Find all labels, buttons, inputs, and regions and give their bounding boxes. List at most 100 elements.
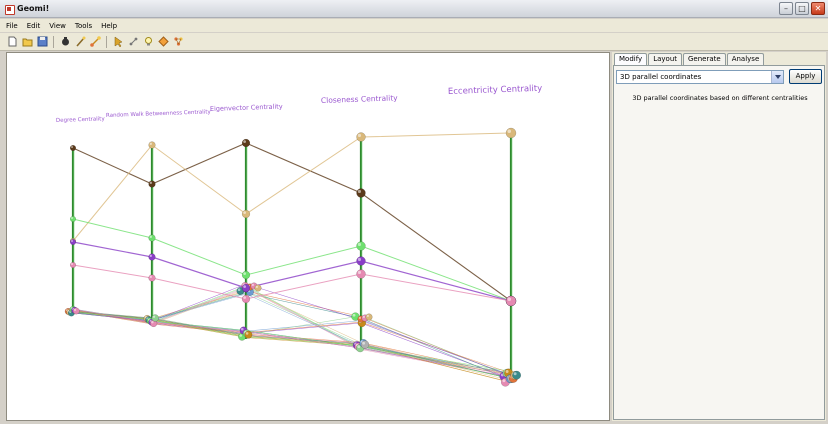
toolbar-separator: [106, 35, 107, 48]
node-sphere-shine: [71, 263, 73, 265]
node-sphere-shine: [357, 133, 361, 137]
node-sphere[interactable]: [70, 261, 77, 268]
parallel-coordinates-view[interactable]: Degree CentralityRandom Walk Betweenness…: [7, 53, 611, 422]
diamond-icon[interactable]: [157, 36, 169, 48]
node-sphere-shine: [71, 240, 73, 243]
graph-viewport[interactable]: Degree Centrality Random Walk Betweenness…: [6, 52, 610, 421]
tab-analyse[interactable]: Analyse: [726, 53, 765, 65]
node-sphere[interactable]: [365, 313, 373, 321]
node-sphere[interactable]: [72, 307, 80, 315]
node-sphere-shine: [502, 379, 506, 383]
layout-description: 3D parallel coordinates based on differe…: [632, 94, 808, 102]
node-sphere-shine: [237, 288, 241, 291]
node-sphere-shine: [362, 341, 365, 345]
menu-tools[interactable]: Tools: [75, 22, 92, 30]
node-sphere[interactable]: [356, 269, 366, 279]
node-sphere[interactable]: [70, 238, 77, 245]
node-sphere-shine: [245, 332, 249, 335]
node-sphere[interactable]: [70, 144, 77, 151]
apply-button[interactable]: Apply: [789, 69, 822, 84]
node-sphere[interactable]: [241, 138, 251, 148]
node-sphere-shine: [149, 235, 152, 238]
node-sphere-shine: [73, 308, 77, 311]
node-sphere[interactable]: [241, 294, 251, 304]
minimize-button[interactable]: –: [779, 2, 793, 15]
close-button[interactable]: ✕: [811, 2, 825, 15]
layout-select[interactable]: 3D parallel coordinates: [616, 70, 784, 84]
node-sphere-shine: [507, 297, 511, 301]
menu-view[interactable]: View: [49, 22, 66, 30]
polyline-background: [72, 288, 512, 380]
save-icon[interactable]: [36, 36, 48, 48]
node-sphere-shine: [357, 242, 361, 247]
node-sphere-shine: [366, 314, 369, 317]
polyline-background: [72, 311, 512, 383]
node-sphere[interactable]: [148, 274, 156, 282]
search-graph-icon[interactable]: [127, 36, 139, 48]
node-sphere[interactable]: [505, 295, 517, 307]
node-sphere-shine: [357, 270, 361, 274]
node-sphere-shine: [357, 345, 361, 349]
node-sphere[interactable]: [241, 270, 251, 280]
node-sphere-shine: [505, 370, 509, 373]
chevron-down-icon[interactable]: [771, 71, 783, 83]
maximize-button[interactable]: □: [795, 2, 809, 15]
axis-label: Eccentricity Centrality: [448, 84, 543, 97]
node-sphere-shine: [255, 285, 258, 288]
node-sphere[interactable]: [244, 330, 253, 339]
node-sphere-shine: [513, 372, 517, 376]
tab-generate[interactable]: Generate: [683, 53, 726, 65]
side-panel: Modify Layout Generate Analyse 3D parall…: [612, 52, 826, 421]
node-sphere-shine: [243, 285, 246, 288]
axis-label: Closeness Centrality: [321, 93, 399, 105]
node-sphere-shine: [149, 181, 152, 184]
node-sphere[interactable]: [356, 241, 366, 251]
node-sphere[interactable]: [356, 132, 366, 142]
title-bar: Geomi! – □ ✕: [0, 0, 828, 18]
tab-layout[interactable]: Layout: [648, 53, 682, 65]
node-sphere[interactable]: [254, 284, 262, 292]
node-sphere[interactable]: [356, 256, 366, 266]
polyline-background: [72, 293, 512, 374]
node-sphere[interactable]: [360, 340, 370, 349]
menu-edit[interactable]: Edit: [27, 22, 41, 30]
axis-label: Random Walk Betweenness Centrality: [106, 109, 212, 119]
node-sphere[interactable]: [148, 180, 156, 188]
node-sphere[interactable]: [512, 370, 521, 380]
node-sphere[interactable]: [241, 283, 251, 293]
menu-file[interactable]: File: [6, 22, 18, 30]
polyline-highlight: [72, 132, 512, 242]
hand-icon[interactable]: [59, 36, 71, 48]
polyline-background: [72, 311, 512, 379]
layout-icon[interactable]: [172, 36, 184, 48]
node-sphere-shine: [357, 189, 361, 194]
node-sphere[interactable]: [148, 141, 156, 149]
node-sphere-shine: [243, 140, 246, 143]
node-sphere-shine: [352, 313, 356, 317]
node-tool-icon[interactable]: [89, 36, 101, 48]
polyline-background: [72, 311, 512, 383]
light-bulb-icon[interactable]: [142, 36, 154, 48]
node-sphere[interactable]: [356, 188, 366, 198]
node-sphere-shine: [243, 296, 246, 299]
app-logo-icon: [4, 4, 15, 15]
pointer-icon[interactable]: [112, 36, 124, 48]
new-file-icon[interactable]: [6, 36, 18, 48]
node-sphere[interactable]: [148, 234, 156, 242]
wand-icon[interactable]: [74, 36, 86, 48]
node-sphere[interactable]: [151, 314, 159, 322]
open-folder-icon[interactable]: [21, 36, 33, 48]
node-sphere-shine: [239, 334, 242, 337]
node-sphere-shine: [357, 257, 361, 261]
node-sphere[interactable]: [505, 127, 517, 139]
node-sphere[interactable]: [70, 215, 77, 222]
node-sphere[interactable]: [148, 253, 156, 261]
menu-help[interactable]: Help: [101, 22, 117, 30]
node-sphere-shine: [362, 315, 365, 318]
polyline-background: [72, 285, 512, 374]
node-sphere[interactable]: [241, 209, 251, 219]
tab-content-modify: 3D parallel coordinates Apply 3D paralle…: [613, 65, 825, 420]
node-sphere-shine: [151, 320, 154, 324]
node-sphere-shine: [152, 315, 156, 319]
node-sphere-shine: [71, 217, 73, 220]
